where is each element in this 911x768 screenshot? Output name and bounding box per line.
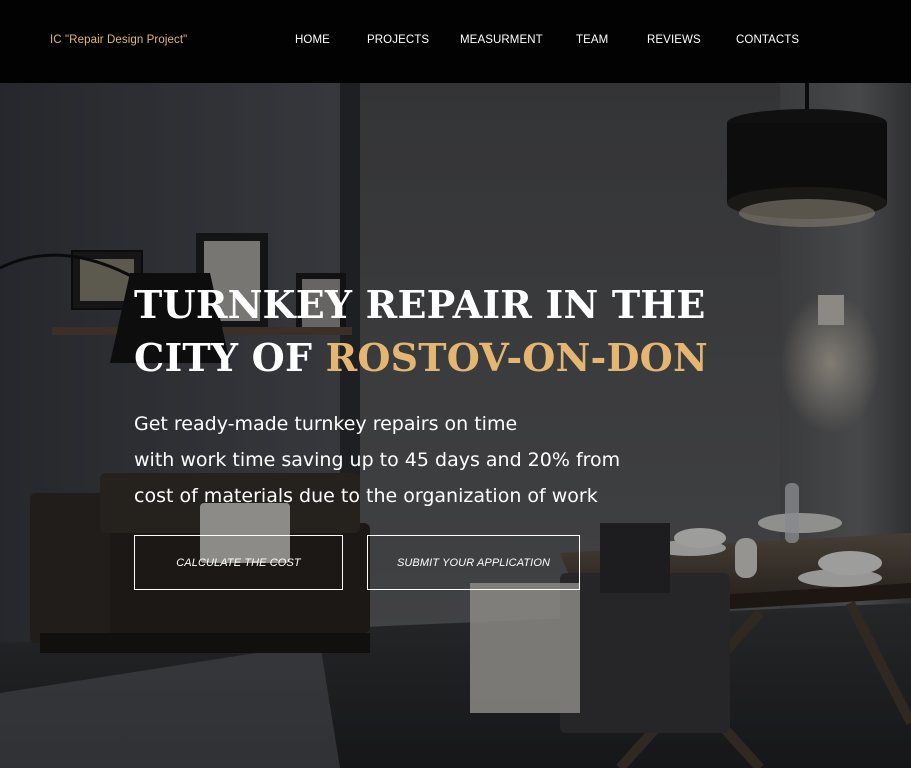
hero-subtitle-line3: cost of materials due to the organizatio… [134, 485, 598, 507]
hero-title-line2-prefix: CITY OF [134, 335, 326, 380]
hero-subtitle-line1: Get ready-made turnkey repairs on time [134, 413, 518, 435]
nav-reviews[interactable]: REVIEWS [647, 34, 701, 46]
hero-subtitle-line2: with work time saving up to 45 days and … [134, 449, 621, 471]
hero-subtitle: Get ready-made turnkey repairs on time w… [134, 406, 694, 514]
main-nav: HOME PROJECTS MEASURMENT TEAM REVIEWS CO… [0, 34, 911, 50]
calculate-cost-button[interactable]: CALCULATE THE COST [134, 535, 343, 590]
hero-title: TURNKEY REPAIR IN THE CITY OF ROSTOV-ON-… [134, 278, 834, 384]
hero-title-city: ROSTOV-ON-DON [325, 335, 708, 380]
nav-projects[interactable]: PROJECTS [367, 34, 429, 46]
hero-title-line1: TURNKEY REPAIR IN THE [134, 282, 706, 327]
submit-application-button[interactable]: SUBMIT YOUR APPLICATION [367, 535, 580, 590]
nav-team[interactable]: TEAM [576, 34, 608, 46]
site-header: IC "Repair Design Project" HOME PROJECTS… [0, 0, 911, 83]
nav-measurment[interactable]: MEASURMENT [460, 34, 543, 46]
hero-section: TURNKEY REPAIR IN THE CITY OF ROSTOV-ON-… [0, 83, 911, 768]
nav-home[interactable]: HOME [295, 34, 330, 46]
nav-contacts[interactable]: CONTACTS [736, 34, 799, 46]
